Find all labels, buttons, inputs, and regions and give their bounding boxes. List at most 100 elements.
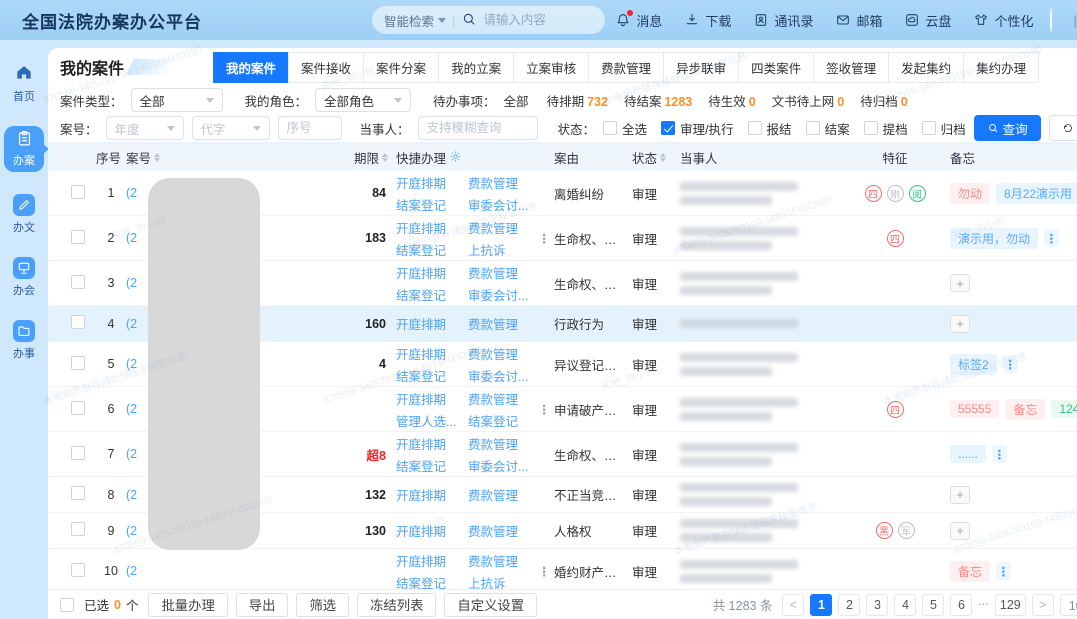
quick-link[interactable]: 开庭排期	[396, 218, 460, 237]
tab-案件接收[interactable]: 案件接收	[288, 52, 364, 83]
select-all-checkbox[interactable]	[60, 598, 74, 612]
quick-link[interactable]: 开庭排期	[396, 314, 460, 333]
global-search[interactable]: 智能检索 |	[372, 6, 605, 34]
row-case-no[interactable]: (2	[126, 564, 336, 578]
checkbox[interactable]	[603, 121, 617, 135]
next-page-button[interactable]: >	[1032, 594, 1054, 616]
word-select[interactable]: 代字	[192, 116, 270, 140]
quick-link[interactable]: 费款管理	[468, 551, 532, 570]
todo-待排期[interactable]: 待排期732	[547, 91, 608, 110]
query-button[interactable]: 查询	[974, 115, 1041, 141]
tab-费款管理[interactable]: 费款管理	[588, 52, 664, 83]
tab-我的案件[interactable]: 我的案件	[213, 52, 289, 83]
tab-发起集约[interactable]: 发起集约	[888, 52, 964, 83]
page-button-1[interactable]: 1	[810, 594, 832, 616]
topaction-邮箱[interactable]: 邮箱	[835, 11, 882, 30]
col-case-no[interactable]: 案号	[126, 148, 336, 167]
quick-link[interactable]: 费款管理	[468, 218, 532, 237]
quick-link[interactable]: 费款管理	[468, 344, 532, 363]
row-checkbox[interactable]	[71, 522, 85, 536]
todo-文书待上网[interactable]: 文书待上网0	[772, 91, 844, 110]
quick-link[interactable]: 开庭排期	[396, 389, 460, 408]
quick-link[interactable]: 费款管理	[468, 521, 532, 540]
todo-待结案[interactable]: 待结案1283	[624, 91, 692, 110]
memo-more-icon[interactable]: ⋮	[996, 562, 1011, 580]
sidebar-item-办文[interactable]: 办文	[13, 194, 35, 235]
avatar[interactable]	[1050, 8, 1052, 32]
sidebar-item-首页[interactable]: 首页	[13, 62, 35, 104]
row-checkbox[interactable]	[71, 356, 85, 370]
memo-tag[interactable]: 1245	[1051, 400, 1077, 418]
tab-异步联审[interactable]: 异步联审	[663, 52, 739, 83]
sidebar-item-办事[interactable]: 办事	[13, 320, 35, 361]
footer-button-导出[interactable]: 导出	[236, 593, 289, 617]
quick-link[interactable]: 结案登记	[396, 366, 460, 385]
quick-link[interactable]: 开庭排期	[396, 521, 460, 540]
quick-link[interactable]: 开庭排期	[396, 173, 460, 192]
quick-link[interactable]: 费款管理	[468, 263, 532, 282]
status-option-归档[interactable]: 归档	[922, 119, 966, 138]
checkbox[interactable]	[748, 121, 762, 135]
footer-button-批量办理[interactable]: 批量办理	[148, 593, 227, 617]
quick-link[interactable]: 上抗诉	[468, 240, 532, 259]
quick-link[interactable]: 开庭排期	[396, 551, 460, 570]
role-select[interactable]: 全部角色	[315, 88, 411, 112]
memo-more-icon[interactable]: ⋮	[1003, 355, 1018, 373]
checkbox[interactable]	[864, 121, 878, 135]
topaction-通讯录[interactable]: 通讯录	[753, 11, 813, 30]
row-checkbox[interactable]	[71, 230, 85, 244]
memo-tag[interactable]: 演示用，勿动	[950, 228, 1038, 249]
status-option-结案[interactable]: 结案	[806, 119, 850, 138]
add-memo-button[interactable]: +	[950, 522, 970, 540]
search-scope-select[interactable]: 智能检索	[384, 11, 446, 30]
memo-tag[interactable]: 备忘	[1005, 399, 1045, 420]
quick-link[interactable]: 审委会讨...	[468, 366, 532, 385]
quick-link[interactable]: 结案登记	[396, 285, 460, 304]
quick-link[interactable]: 费款管理	[468, 173, 532, 192]
more-actions-icon[interactable]: ⋮	[538, 231, 551, 246]
search-input[interactable]	[483, 13, 593, 27]
quick-link[interactable]: 开庭排期	[396, 434, 460, 453]
case-type-select[interactable]: 全部	[131, 88, 223, 112]
quick-link[interactable]: 审委会讨...	[468, 195, 532, 214]
quick-link[interactable]: 结案登记	[396, 195, 460, 214]
quick-link[interactable]: 费款管理	[468, 485, 532, 504]
checkbox[interactable]	[806, 121, 820, 135]
todo-待生效[interactable]: 待生效0	[708, 91, 755, 110]
row-checkbox[interactable]	[71, 275, 85, 289]
add-memo-button[interactable]: +	[950, 315, 970, 333]
footer-button-筛选[interactable]: 筛选	[296, 593, 349, 617]
col-quick-actions[interactable]: 快捷办理	[396, 148, 554, 167]
seq-input[interactable]	[278, 116, 342, 140]
footer-button-冻结列表[interactable]: 冻结列表	[357, 593, 436, 617]
tab-立案审核[interactable]: 立案审核	[513, 52, 589, 83]
more-actions-icon[interactable]: ⋮	[538, 402, 551, 417]
status-option-全选[interactable]: 全选	[603, 119, 647, 138]
status-option-报结[interactable]: 报结	[748, 119, 792, 138]
page-button-6[interactable]: 6	[950, 594, 972, 616]
footer-button-自定义设置[interactable]: 自定义设置	[444, 593, 537, 617]
topaction-消息[interactable]: 消息	[615, 11, 662, 30]
page-button-3[interactable]: 3	[866, 594, 888, 616]
prev-page-button[interactable]: <	[782, 594, 804, 616]
row-checkbox[interactable]	[71, 401, 85, 415]
quick-link[interactable]: 结案登记	[396, 240, 460, 259]
year-select[interactable]: 年度	[106, 116, 184, 140]
memo-more-icon[interactable]: ⋮	[992, 445, 1007, 463]
quick-link[interactable]: 费款管理	[468, 314, 532, 333]
row-checkbox[interactable]	[71, 486, 85, 500]
memo-tag[interactable]: 备忘	[950, 561, 990, 582]
memo-tag[interactable]: 55555	[950, 400, 999, 418]
topaction-个性化[interactable]: 个性化	[973, 11, 1033, 30]
todo-all[interactable]: 全部	[504, 91, 529, 110]
checkbox[interactable]	[922, 121, 936, 135]
tab-集约办理[interactable]: 集约办理	[963, 52, 1039, 83]
table-row[interactable]: 10(2开庭排期费款管理结案登记上抗诉⋮婚约财产纠纷审理备忘⋮	[48, 549, 1077, 594]
memo-tag[interactable]: ......	[950, 445, 986, 463]
memo-more-icon[interactable]: ⋮	[1044, 229, 1059, 247]
party-input[interactable]	[418, 116, 538, 140]
quick-link[interactable]: 开庭排期	[396, 485, 460, 504]
col-deadline[interactable]: 期限	[336, 148, 396, 167]
sidebar-item-办会[interactable]: 办会	[13, 257, 35, 298]
page-button-4[interactable]: 4	[894, 594, 916, 616]
